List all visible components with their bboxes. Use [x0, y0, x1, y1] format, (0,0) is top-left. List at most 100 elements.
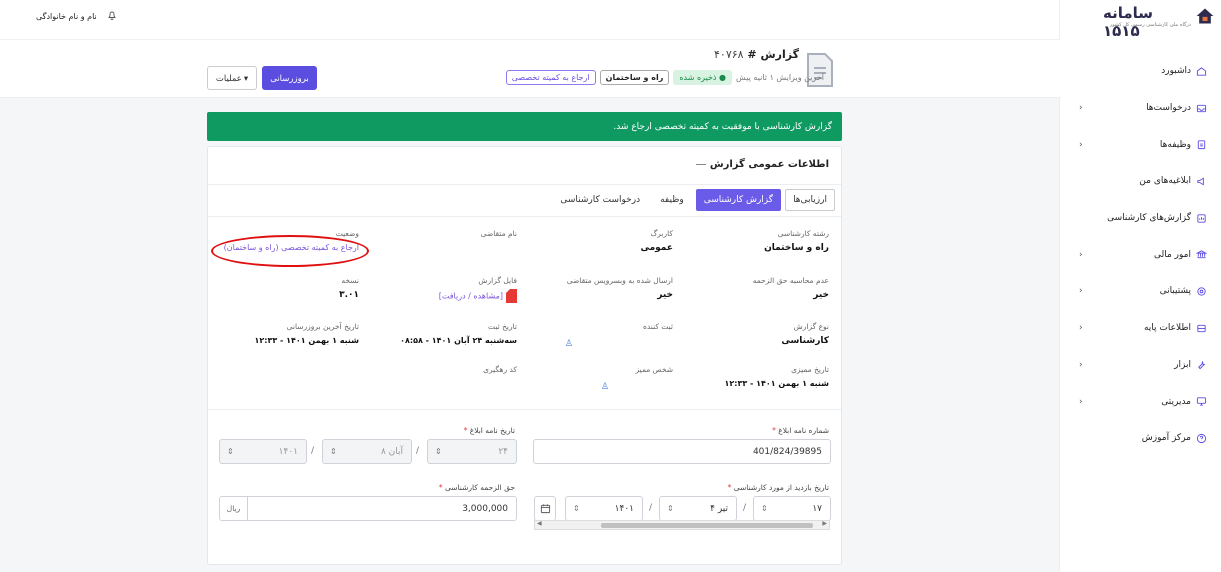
fee-label: حق الزحمه کارشناسی * [439, 483, 515, 492]
visit-year-select[interactable]: ۱۴۰۱ ⇕ [565, 496, 643, 521]
visit-month-value: ۴ تیر [710, 503, 728, 514]
divider [208, 409, 841, 410]
field-register-date: تاریخ ثبت سه‌شنبه ۲۴ آبان ۱۴۰۱ - ۰۸:۵۸ [400, 322, 517, 345]
field-report-file: فایل گزارش [مشاهده / دریافت] [439, 276, 517, 303]
field-auditor: شخص ممیز ♙ [601, 365, 673, 392]
success-alert: گزارش کارشناسی با موفقیت به کمیته تخصصی … [207, 112, 842, 141]
field-tracking-code: کد رهگیری [483, 365, 517, 374]
letter-number-value: 401/824/39895 [752, 446, 822, 457]
sidebar-item-label: پشتیبانی [1159, 286, 1191, 297]
top-bar: نام و نام خانوادگی [0, 0, 1061, 40]
file-link[interactable]: [مشاهده / دریافت] [439, 289, 517, 303]
sidebar-item-dashboard[interactable]: داشبورد [1061, 53, 1221, 90]
sidebar-item-notifications[interactable]: ابلاغیه‌های من [1061, 163, 1221, 200]
field-registrar: ثبت کننده ♙ [565, 322, 673, 349]
house-logo-icon [1196, 8, 1214, 24]
sidebar: سامانه ۱۵۱۵ درگاه ملی کارشناسی رسمی کل ک… [1059, 0, 1221, 572]
chevron-left-icon: ‹ [1079, 323, 1083, 334]
field-audit-date: تاریخ ممیزی شنبه ۱ بهمن ۱۴۰۱ - ۱۲:۳۳ [724, 365, 829, 388]
scrollbar-thumb[interactable] [601, 523, 813, 528]
user-icon[interactable]: ♙ [601, 382, 609, 392]
visit-date-label: تاریخ بازدید از مورد کارشناسی * [728, 483, 829, 492]
sidebar-item-label: مرکز آموزش [1141, 433, 1191, 444]
field-value: عمومی [640, 243, 673, 253]
field-value: شنبه ۱ بهمن ۱۴۰۱ - ۱۲:۳۳ [254, 336, 359, 345]
required-mark: * [438, 483, 443, 492]
tab-expert-request[interactable]: درخواست کارشناسی [552, 189, 648, 211]
saved-badge-label: ذخیره شده [679, 73, 717, 82]
report-number: ۴۰۷۶۸ [714, 48, 744, 61]
sidebar-item-base-info[interactable]: اطلاعات پایه ‹ [1061, 310, 1221, 347]
letter-date-label-text: تاریخ نامه ابلاغ [469, 426, 515, 435]
field-webservice: ارسال شده به وبسرویس متقاضی خیر [567, 276, 673, 300]
letter-year-value: ۱۴۰۱ [278, 446, 298, 457]
brand-logo[interactable]: سامانه ۱۵۱۵ درگاه ملی کارشناسی رسمی کل ک… [1103, 4, 1215, 40]
field-value: راه و ساختمان [764, 243, 829, 253]
sidebar-item-support[interactable]: پشتیبانی ‹ [1061, 273, 1221, 310]
bell-icon[interactable] [106, 9, 118, 21]
letter-day-select[interactable]: ۲۴ ⇕ [427, 439, 517, 464]
scroll-right-icon[interactable]: ▶ [822, 520, 827, 527]
sidebar-item-label: داشبورد [1161, 66, 1191, 77]
letter-month-select[interactable]: ۸ آبان ⇕ [322, 439, 412, 464]
sidebar-nav: داشبورد درخواست‌ها ‹ وظیفه‌ها ‹ ابلاغیه‌… [1061, 53, 1221, 457]
field-applicant: نام متقاضی [481, 229, 517, 238]
file-link-text[interactable]: [مشاهده / دریافت] [439, 292, 503, 301]
sidebar-item-finance[interactable]: امور مالی ‹ [1061, 236, 1221, 273]
user-name[interactable]: نام و نام خانوادگی [36, 12, 97, 21]
chevron-left-icon: ‹ [1079, 103, 1083, 114]
calendar-button[interactable] [534, 496, 556, 521]
report-info-card: اطلاعات عمومی گزارش درخواست کارشناسی وظی… [207, 146, 842, 565]
page-title: گزارش # ۴۰۷۶۸ [714, 48, 799, 61]
sidebar-item-expert-reports[interactable]: گزارش‌های کارشناسی [1061, 200, 1221, 237]
letter-day-value: ۲۴ [498, 446, 508, 457]
fee-input[interactable]: 3,000,000 [247, 496, 517, 521]
update-button[interactable]: بروزرسانی [262, 66, 317, 90]
sidebar-item-label: وظیفه‌ها [1159, 139, 1191, 150]
sidebar-item-requests[interactable]: درخواست‌ها ‹ [1061, 90, 1221, 127]
field-report-type: نوع گزارش کارشناسی [781, 322, 829, 346]
sidebar-item-label: مدیریتی [1161, 396, 1191, 407]
spinner-icon: ⇕ [330, 447, 337, 456]
date-separator: / [311, 446, 315, 456]
sidebar-item-tools[interactable]: ابزار ‹ [1061, 347, 1221, 384]
visit-day-select[interactable]: ۱۷ ⇕ [753, 496, 831, 521]
report-icon [1197, 213, 1206, 223]
home-icon [1196, 67, 1207, 76]
last-edit-text: آخرین ویرایش ۱ ثانیه پیش [736, 73, 824, 82]
horizontal-scrollbar[interactable]: ◀ ▶ [534, 520, 830, 530]
user-icon[interactable]: ♙ [565, 339, 573, 349]
tab-expert-report[interactable]: گزارش کارشناسی [695, 189, 782, 211]
field-badge: راه و ساختمان [599, 70, 670, 85]
visit-month-select[interactable]: ۴ تیر ⇕ [659, 496, 737, 521]
date-separator: / [416, 446, 420, 456]
sidebar-item-label: اطلاعات پایه [1143, 323, 1191, 334]
visit-year-value: ۱۴۰۱ [614, 503, 634, 514]
spinner-icon: ⇕ [573, 504, 580, 513]
letter-number-input[interactable]: 401/824/39895 [533, 439, 831, 464]
field-label: تاریخ ثبت [487, 322, 517, 331]
operations-label: عملیات [215, 72, 242, 83]
letter-year-select[interactable]: ۱۴۰۱ ⇕ [219, 439, 307, 464]
field-value: خیر [657, 290, 673, 300]
visit-date-label-text: تاریخ بازدید از مورد کارشناسی [733, 483, 829, 492]
title-prefix: گزارش [760, 48, 799, 61]
chevron-left-icon: ‹ [1079, 396, 1083, 407]
required-mark: * [727, 483, 732, 492]
sidebar-item-tasks[interactable]: وظیفه‌ها ‹ [1061, 126, 1221, 163]
field-label: ثبت کننده [642, 322, 673, 331]
database-icon [1197, 324, 1206, 332]
tab-task[interactable]: وظیفه [652, 189, 692, 211]
tab-evaluations[interactable]: ارزیابی‌ها [785, 189, 835, 211]
chevron-left-icon: ‹ [1079, 139, 1083, 150]
field-label: کاربرگ [650, 229, 673, 238]
sidebar-item-training[interactable]: مرکز آموزش [1061, 420, 1221, 457]
visit-day-value: ۱۷ [812, 503, 822, 514]
scroll-left-icon[interactable]: ◀ [537, 520, 542, 527]
field-label: رشته کارشناسی [777, 229, 829, 238]
highlight-circle [211, 235, 369, 267]
sidebar-item-admin[interactable]: مدیریتی ‹ [1061, 383, 1221, 420]
divider [208, 184, 841, 185]
field-last-update: تاریخ آخرین بروزرسانی شنبه ۱ بهمن ۱۴۰۱ -… [254, 322, 359, 345]
operations-button[interactable]: عملیات ▾ [207, 66, 257, 90]
